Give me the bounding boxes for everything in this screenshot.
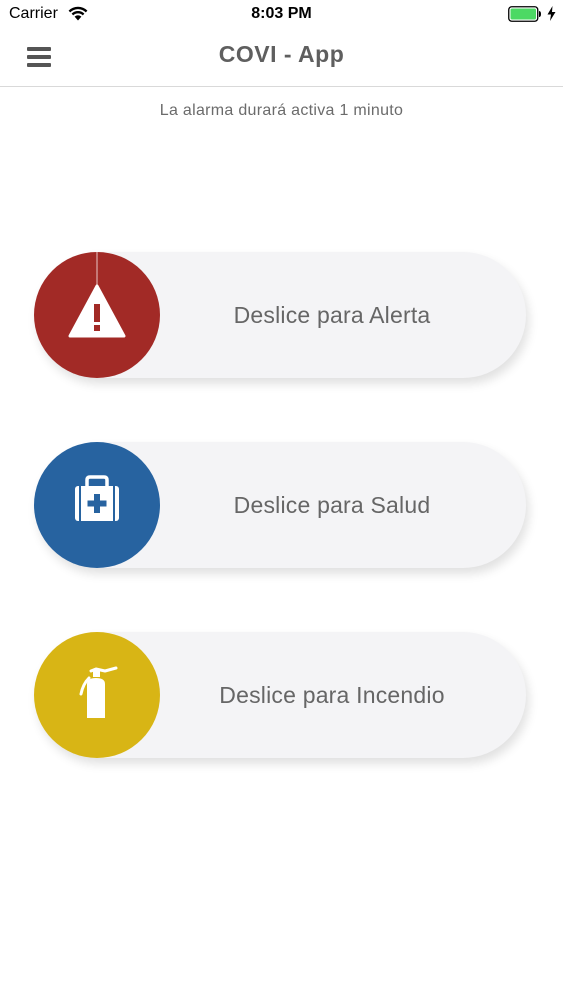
alert-slider-label: Deslice para Alerta [233, 302, 431, 328]
first-aid-kit-icon [75, 475, 119, 521]
health-slider-knob[interactable] [34, 442, 160, 568]
charging-bolt-icon [547, 6, 556, 21]
fire-slider-knob[interactable] [34, 632, 160, 758]
status-time: 8:03 PM [251, 5, 312, 22]
alert-slider-knob[interactable] [34, 252, 160, 378]
battery-icon [508, 6, 541, 22]
fire-slider[interactable]: Deslice para Incendio [34, 632, 526, 758]
status-bar: Carrier 8:03 PM [0, 0, 563, 30]
health-slider[interactable]: Deslice para Salud [34, 442, 526, 568]
page-title: COVI - App [218, 41, 345, 67]
warning-triangle-icon [68, 252, 126, 338]
health-slider-label: Deslice para Salud [233, 492, 431, 518]
fire-extinguisher-icon [79, 666, 118, 718]
alarm-duration-notice: La alarma durará activa 1 minuto [159, 102, 404, 119]
fire-slider-label: Deslice para Incendio [219, 682, 445, 708]
alert-slider[interactable]: Deslice para Alerta [34, 252, 526, 378]
navigation-bar: COVI - App [0, 30, 563, 87]
